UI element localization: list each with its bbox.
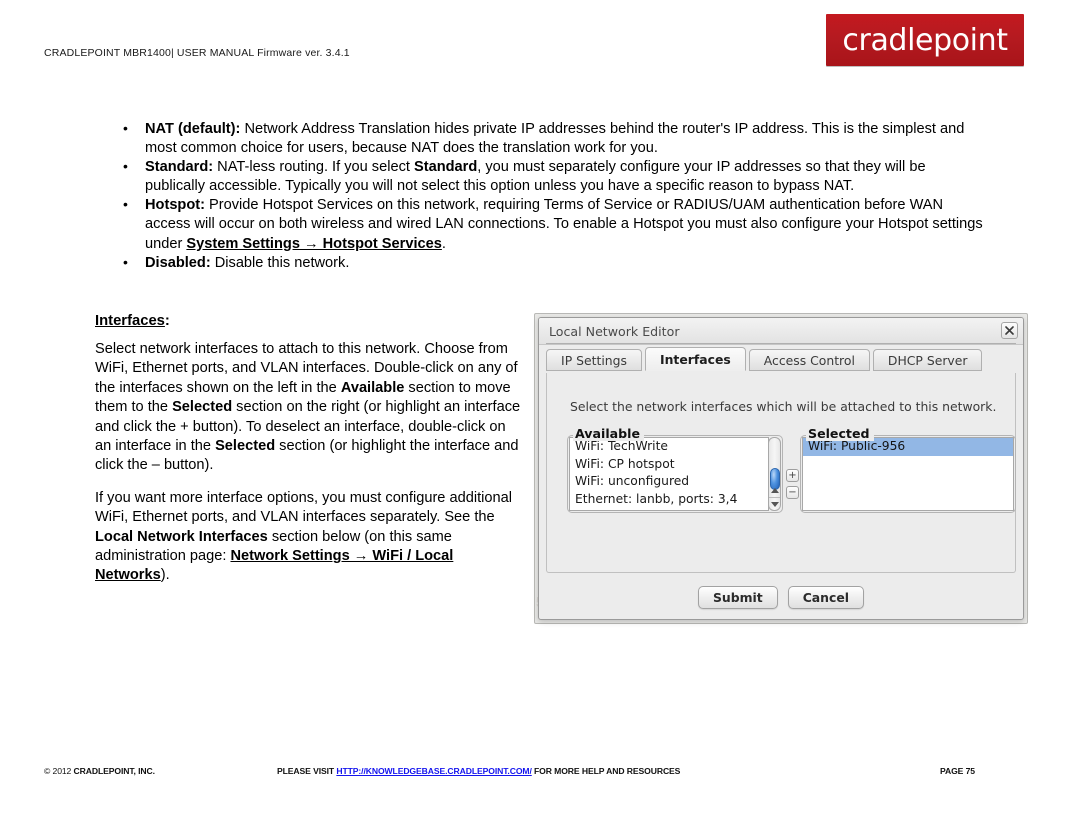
bullet-nat: NAT (default): Network Address Translati…	[112, 119, 986, 158]
available-listbox[interactable]: WiFi: TechWrite WiFi: CP hotspot WiFi: u…	[569, 437, 769, 511]
para2-a: If you want more interface options, you …	[95, 489, 512, 526]
remove-interface-button[interactable]: −	[786, 486, 799, 499]
available-interfaces-group: Available WiFi: TechWrite WiFi: CP hotsp…	[567, 426, 783, 513]
bullet-disabled-term: Disabled:	[145, 254, 211, 271]
tab-ip-settings[interactable]: IP Settings	[546, 349, 642, 371]
section-heading: Interfaces:	[95, 312, 525, 330]
copyright-company: CRADLEPOINT, INC.	[73, 766, 155, 776]
cancel-button[interactable]: Cancel	[787, 585, 864, 609]
bullet-hotspot: Hotspot: Provide Hotspot Services on thi…	[112, 195, 986, 253]
available-list-scrollbar[interactable]	[768, 437, 781, 511]
footer-copyright: © 2012 CRADLEPOINT, INC.	[44, 766, 155, 776]
bullet-disabled-text: Disable this network.	[210, 254, 350, 271]
bullet-standard-inline-bold: Standard	[414, 159, 478, 176]
available-listbox-wrap: WiFi: TechWrite WiFi: CP hotspot WiFi: u…	[567, 435, 783, 513]
footer-suffix: FOR MORE HELP AND RESOURCES	[531, 766, 681, 776]
dialog-tabs: IP Settings Interfaces Access Control DH…	[546, 347, 1016, 371]
list-item[interactable]: Ethernet: lanbb, ports: 3,4	[570, 491, 768, 509]
tab-strip-divider	[546, 343, 1016, 344]
bullet-nat-text: Network Address Translation hides privat…	[145, 121, 965, 157]
selected-interfaces-group: Selected WiFi: Public-956	[800, 426, 1016, 513]
copyright-symbol: © 2012	[44, 766, 74, 776]
add-interface-button[interactable]: +	[786, 469, 799, 482]
paragraph-interfaces-howto: Select network interfaces to attach to t…	[95, 340, 525, 476]
hotspot-services-cross-reference: System Settings → Hotspot Services	[186, 235, 442, 252]
tab-interfaces[interactable]: Interfaces	[645, 347, 746, 371]
paragraph-more-options: If you want more interface options, you …	[95, 489, 525, 586]
section-heading-colon: :	[164, 313, 170, 329]
list-item[interactable]: WiFi: CP hotspot	[570, 456, 768, 474]
submit-button[interactable]: Submit	[698, 585, 778, 609]
bullet-standard-text-1: NAT-less routing. If you select	[213, 159, 414, 176]
section-heading-label: Interfaces	[95, 313, 165, 329]
dialog-body: Select the network interfaces which will…	[546, 373, 1016, 573]
local-network-editor-dialog: Local Network Editor IP Settings Interfa…	[538, 317, 1024, 620]
bullet-standard-term: Standard:	[145, 159, 214, 176]
selected-term-2: Selected	[215, 438, 276, 455]
bullet-disabled: Disabled: Disable this network.	[112, 253, 986, 273]
dialog-titlebar: Local Network Editor	[539, 318, 1023, 345]
local-network-editor-screenshot: work Address Translation) 5.255.255.0 Lo…	[534, 313, 1028, 624]
move-interface-buttons: + −	[786, 469, 799, 503]
scroll-up-arrow-icon[interactable]	[769, 484, 780, 497]
scrollbar-top-cap	[770, 438, 779, 451]
interfaces-section: Interfaces: Select network interfaces to…	[95, 312, 525, 599]
footer-help-line: PLEASE VISIT HTTP://KNOWLEDGEBASE.CRADLE…	[277, 766, 680, 776]
available-term: Available	[340, 379, 405, 396]
available-legend: Available	[573, 426, 645, 441]
bullet-hotspot-term: Hotspot:	[145, 197, 205, 214]
dialog-title: Local Network Editor	[549, 324, 680, 339]
scroll-down-arrow-icon[interactable]	[769, 497, 780, 510]
mode-bullet-list: NAT (default): Network Address Translati…	[112, 119, 986, 273]
dialog-instruction-text: Select the network interfaces which will…	[570, 399, 997, 414]
local-network-interfaces-term: Local Network Interfaces	[95, 528, 268, 545]
close-icon[interactable]	[1001, 322, 1018, 339]
list-item[interactable]: WiFi: unconfigured	[570, 473, 768, 491]
tab-access-control[interactable]: Access Control	[748, 349, 870, 371]
dialog-footer: Submit Cancel	[539, 582, 1023, 612]
para2-e: ).	[160, 567, 170, 584]
selected-legend: Selected	[806, 426, 874, 441]
page-number: PAGE 75	[940, 766, 975, 776]
knowledgebase-link[interactable]: HTTP://KNOWLEDGEBASE.CRADLEPOINT.COM/	[336, 766, 531, 776]
bullet-standard: Standard: NAT-less routing. If you selec…	[112, 157, 986, 196]
page-footer: © 2012 CRADLEPOINT, INC. PLEASE VISIT HT…	[0, 763, 1080, 783]
scrollbar-arrow-group	[769, 484, 780, 510]
bullet-nat-term: NAT (default):	[145, 121, 241, 137]
tab-dhcp-server[interactable]: DHCP Server	[872, 349, 983, 371]
selected-listbox[interactable]: WiFi: Public-956	[802, 437, 1014, 511]
bullet-hotspot-text-2: .	[441, 235, 446, 252]
page-content: NAT (default): Network Address Translati…	[0, 0, 1080, 834]
selected-term: Selected	[172, 399, 233, 416]
footer-prefix: PLEASE VISIT	[277, 766, 337, 776]
